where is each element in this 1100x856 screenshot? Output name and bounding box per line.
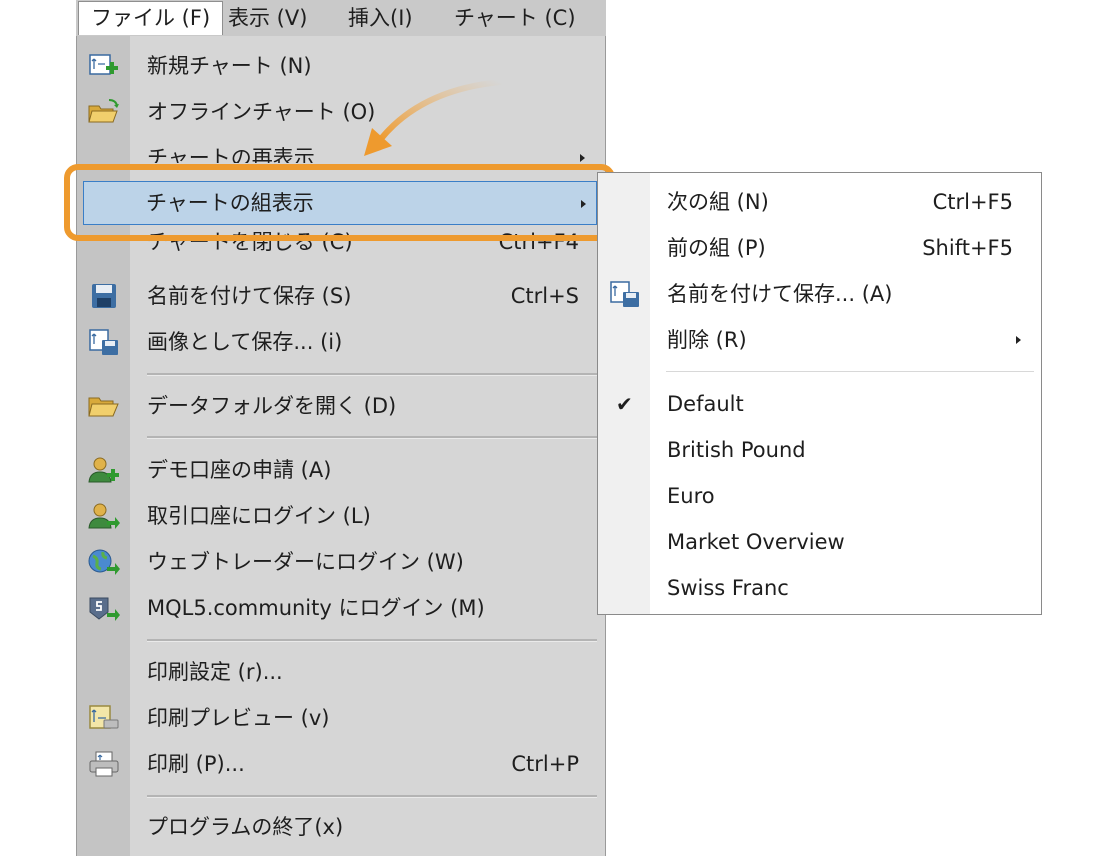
submenu-item-label: 前の組 (P): [667, 236, 766, 260]
menu-item-label: データフォルダを開く (D): [147, 394, 397, 418]
menu-item-redisplay-chart[interactable]: チャートの再表示: [77, 135, 605, 163]
menu-item-label: 印刷設定 (r)...: [147, 660, 283, 684]
submenu-item-label: Market Overview: [667, 530, 845, 554]
menu-file[interactable]: ファイル (F): [78, 1, 224, 35]
menu-item-label: デモ口座の申請 (A): [147, 458, 332, 482]
menu-item-open-demo-account[interactable]: デモ口座の申請 (A): [77, 447, 605, 493]
menu-bar: ファイル (F) 表示 (V) 挿入(I) チャート (C): [76, 0, 606, 37]
submenu-item-label: Euro: [667, 484, 715, 508]
menu-item-print-setup[interactable]: 印刷設定 (r)...: [77, 649, 605, 695]
menu-item-print[interactable]: 印刷 (P)... Ctrl+P: [77, 741, 605, 787]
submenu-item-profile[interactable]: Swiss Franc: [598, 565, 1041, 611]
menu-item-offline-chart[interactable]: オフラインチャート (O): [77, 89, 605, 135]
submenu-item-profile[interactable]: Market Overview: [598, 519, 1041, 565]
submenu-item-save-profile[interactable]: 名前を付けて保存... (A): [598, 271, 1041, 317]
menu-item-label: 印刷プレビュー (v): [147, 706, 330, 730]
file-menu-dropdown: 新規チャート (N) オフラインチャート (O) チャートの再表示 チャートを閉…: [76, 36, 606, 856]
folder-icon: [87, 392, 121, 420]
print-preview-icon: [87, 704, 121, 732]
profiles-submenu: 次の組 (N) Ctrl+F5 前の組 (P) Shift+F5 名前を付けて保…: [597, 172, 1042, 615]
submenu-item-label: British Pound: [667, 438, 806, 462]
checkmark-icon: ✔: [616, 392, 633, 416]
highlight-callout-frame: [64, 164, 615, 241]
submenu-item-label: 次の組 (N): [667, 190, 769, 214]
submenu-item-profile[interactable]: British Pound: [598, 427, 1041, 473]
submenu-item-profile[interactable]: ✔ Default: [598, 381, 1041, 427]
folder-open-icon: [87, 98, 121, 126]
menu-view[interactable]: 表示 (V): [216, 1, 319, 35]
menu-item-label: 名前を付けて保存 (S): [147, 284, 352, 308]
menu-item-label: 取引口座にログイン (L): [147, 504, 371, 528]
menu-item-exit[interactable]: プログラムの終了(x): [77, 804, 605, 850]
user-login-icon: [87, 502, 121, 530]
menu-separator: [147, 436, 597, 439]
menu-item-label: 印刷 (P)...: [147, 752, 245, 776]
menu-item-print-preview[interactable]: 印刷プレビュー (v): [77, 695, 605, 741]
user-add-icon: [87, 456, 121, 484]
menu-item-save-as[interactable]: 名前を付けて保存 (S) Ctrl+S: [77, 273, 605, 319]
menu-separator: [147, 373, 597, 376]
menu-item-label: 画像として保存... (i): [147, 330, 343, 354]
save-picture-icon: [87, 328, 121, 356]
submenu-item-label: Swiss Franc: [667, 576, 789, 600]
submenu-item-label: 名前を付けて保存... (A): [667, 282, 893, 306]
menu-item-login-mql5[interactable]: MQL5.community にログイン (M): [77, 585, 605, 631]
menu-charts[interactable]: チャート (C): [442, 1, 588, 35]
mql5-login-icon: [87, 594, 121, 622]
submenu-separator: [666, 371, 1034, 372]
submenu-item-label: Default: [667, 392, 744, 416]
menu-item-open-data-folder[interactable]: データフォルダを開く (D): [77, 383, 605, 429]
menu-item-label: ウェブトレーダーにログイン (W): [147, 550, 464, 574]
submenu-item-next-profile[interactable]: 次の組 (N) Ctrl+F5: [598, 179, 1041, 225]
menu-item-label: プログラムの終了(x): [147, 815, 344, 839]
curved-arrow-icon: [364, 79, 503, 156]
submenu-item-delete-profile[interactable]: 削除 (R): [598, 317, 1041, 363]
menu-item-label: オフラインチャート (O): [147, 100, 376, 124]
menu-item-new-chart[interactable]: 新規チャート (N): [77, 43, 605, 89]
submenu-item-previous-profile[interactable]: 前の組 (P) Shift+F5: [598, 225, 1041, 271]
menu-item-save-as-picture[interactable]: 画像として保存... (i): [77, 319, 605, 365]
menu-item-label: チャートの再表示: [147, 146, 315, 163]
submenu-item-label: 削除 (R): [667, 328, 747, 352]
globe-login-icon: [87, 548, 121, 576]
submenu-item-profile[interactable]: Euro: [598, 473, 1041, 519]
submenu-item-shortcut: Shift+F5: [922, 236, 1013, 260]
printer-icon: [87, 750, 121, 778]
submenu-arrow-icon: [580, 154, 585, 162]
menu-item-shortcut: Ctrl+P: [511, 752, 579, 776]
save-profile-icon: [608, 280, 642, 308]
submenu-arrow-icon: [1016, 336, 1021, 344]
menu-item-label: MQL5.community にログイン (M): [147, 596, 485, 620]
floppy-disk-icon: [87, 282, 121, 310]
new-chart-icon: [87, 52, 121, 80]
menu-separator: [147, 795, 597, 798]
menu-insert[interactable]: 挿入(I): [336, 1, 425, 35]
menu-separator: [147, 639, 597, 642]
submenu-item-shortcut: Ctrl+F5: [932, 190, 1013, 214]
menu-item-shortcut: Ctrl+S: [510, 284, 579, 308]
menu-item-label: 新規チャート (N): [147, 54, 312, 78]
menu-item-login-trade-account[interactable]: 取引口座にログイン (L): [77, 493, 605, 539]
menu-item-login-webtrader[interactable]: ウェブトレーダーにログイン (W): [77, 539, 605, 585]
